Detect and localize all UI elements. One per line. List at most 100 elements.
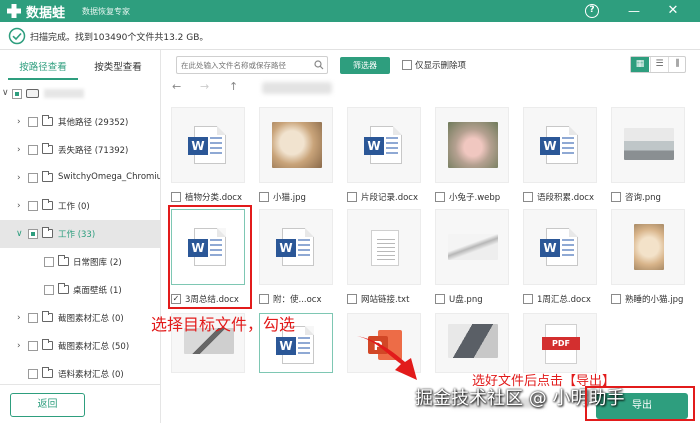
folder-icon [42,171,53,182]
tree-row[interactable]: 桌面壁纸 (1) [0,276,161,304]
check-circle-icon [8,27,26,45]
minimize-icon[interactable]: — [626,3,642,19]
file-thumbnail[interactable] [435,107,509,183]
file-thumbnail[interactable] [435,313,509,373]
tree-checkbox[interactable] [44,257,54,267]
tree-checkbox[interactable] [28,145,38,155]
folder-icon [42,227,53,238]
file-thumbnail[interactable]: W [523,209,597,285]
file-thumbnail[interactable]: W [259,209,333,285]
file-thumbnail[interactable]: PDF [523,313,597,373]
detail-view-icon[interactable]: ⫼ [668,57,686,72]
up-arrow-icon[interactable]: ↑ [229,80,238,93]
file-item[interactable]: 网站链接.txt [347,209,423,309]
file-name: 语段积累.docx [537,193,595,203]
tree-checkbox[interactable] [28,369,38,379]
chevron-down-icon[interactable]: ∨ [2,88,9,98]
file-item[interactable]: 小兔子.webp [435,107,511,207]
file-checkbox[interactable] [611,294,621,304]
file-name: 植物分类.docx [185,193,243,203]
work-photo-image [448,324,498,358]
file-thumbnail[interactable]: W [171,107,245,183]
word-doc-icon: W [364,126,402,164]
tree-checkbox[interactable] [28,229,38,239]
deleted-only-label: 仅显示删除项 [415,61,467,71]
tree-checkbox[interactable] [28,201,38,211]
file-item[interactable]: W 语段积累.docx [523,107,599,207]
tree-checkbox[interactable] [28,313,38,323]
file-name: 1周汇总.docx [537,295,591,305]
file-name: 熟睡的小猫.jpg [625,295,684,305]
tree-row[interactable]: 日常图库 (2) [0,248,161,276]
chevron-right-icon[interactable]: › [17,145,21,155]
close-icon[interactable]: ✕ [665,3,681,19]
tab-by-path[interactable]: 按路径查看 [8,58,78,80]
search-icon[interactable] [314,60,324,70]
sleeping-cat-image [634,224,664,270]
file-item[interactable]: W 附：使...ocx [259,209,335,309]
filter-button[interactable]: 筛选器 [340,57,390,74]
tree-row[interactable]: › 丢失路径 (71392) [0,136,161,164]
file-item[interactable]: W 1周汇总.docx [523,209,599,309]
tree-checkbox[interactable] [44,285,54,295]
file-item[interactable]: 小猫.jpg [259,107,335,207]
file-item[interactable]: 咨询.png [611,107,687,207]
red-arrow-icon [357,336,417,380]
file-item[interactable]: W 片段记录.docx [347,107,423,207]
list-view-icon[interactable]: ☰ [650,57,668,72]
file-thumbnail[interactable] [435,209,509,285]
file-thumbnail[interactable] [347,209,421,285]
file-item[interactable]: 熟睡的小猫.jpg [611,209,687,309]
tab-by-type[interactable]: 按类型查看 [82,58,154,80]
tree-row[interactable]: › 截图素材汇总 (0) [0,304,161,332]
tree-checkbox[interactable] [12,89,22,99]
tree-row[interactable]: › 工作 (0) [0,192,161,220]
file-checkbox[interactable] [435,192,445,202]
tree-label: 工作 (0) [58,202,90,212]
back-button[interactable]: 返回 [10,393,85,417]
file-checkbox[interactable] [171,192,181,202]
tree-checkbox[interactable] [28,173,38,183]
chevron-right-icon[interactable]: › [17,117,21,127]
annotation-box-export [585,386,695,421]
file-checkbox[interactable] [259,294,269,304]
deleted-only-checkbox[interactable] [402,60,412,70]
word-doc-icon: W [540,126,578,164]
tree-checkbox[interactable] [28,117,38,127]
chevron-right-icon[interactable]: › [17,313,21,323]
tree-row-drive[interactable]: ∨ [0,80,161,108]
cat-photo-image [272,122,322,168]
chevron-down-icon[interactable]: ∨ [16,229,23,239]
tree-row-selected[interactable]: ∨ 工作 (33) [0,220,161,248]
file-checkbox[interactable] [523,192,533,202]
file-thumbnail[interactable]: W [523,107,597,183]
file-name: 小猫.jpg [273,193,306,203]
file-checkbox[interactable] [347,294,357,304]
chevron-right-icon[interactable]: › [17,201,21,211]
help-icon[interactable]: ? [585,4,599,18]
file-item[interactable]: U盘.png [435,209,511,309]
tree-row[interactable]: › 其他路径 (29352) [0,108,161,136]
forward-arrow-icon[interactable]: → [200,80,209,93]
search-box[interactable] [176,56,328,74]
file-thumbnail[interactable] [611,107,685,183]
file-checkbox[interactable] [435,294,445,304]
tree-checkbox[interactable] [28,341,38,351]
file-item[interactable]: W 植物分类.docx [171,107,247,207]
file-checkbox[interactable] [523,294,533,304]
tree-row[interactable]: 语料素材汇总 (0) [0,360,161,384]
tree-row[interactable]: › 截图素材汇总 (50) [0,332,161,360]
file-thumbnail[interactable] [259,107,333,183]
file-thumbnail[interactable] [611,209,685,285]
back-arrow-icon[interactable]: ← [172,80,181,93]
file-checkbox[interactable] [347,192,357,202]
file-checkbox[interactable] [259,192,269,202]
file-checkbox[interactable] [611,192,621,202]
chevron-right-icon[interactable]: › [17,341,21,351]
chevron-right-icon[interactable]: › [17,173,21,183]
grid-view-icon[interactable]: ▦ [631,57,649,72]
word-doc-icon: W [276,228,314,266]
search-input[interactable] [181,58,313,72]
tree-row[interactable]: › SwitchyOmega_Chromium [0,164,161,192]
file-thumbnail[interactable]: W [347,107,421,183]
